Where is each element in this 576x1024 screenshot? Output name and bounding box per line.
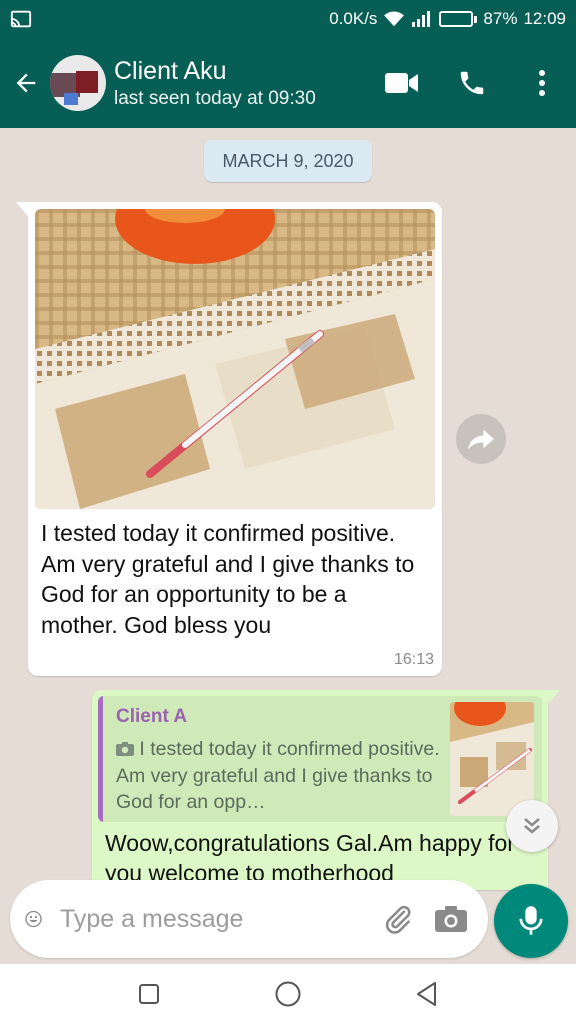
avatar[interactable]: [50, 55, 106, 111]
more-options-button[interactable]: [520, 61, 564, 105]
forward-button[interactable]: [456, 414, 506, 464]
battery-icon: [439, 11, 478, 27]
signal-icon: [412, 11, 431, 27]
home-button[interactable]: [265, 971, 311, 1017]
camera-button[interactable]: [434, 899, 468, 939]
video-call-button[interactable]: [380, 61, 424, 105]
back-arrow-icon: [16, 73, 36, 93]
battery-percent: 87%: [483, 9, 518, 28]
quoted-sender-name: Client A: [116, 706, 188, 727]
status-time: 12:09: [523, 9, 566, 28]
photo-icon: [116, 742, 134, 756]
back-nav-button[interactable]: [404, 971, 450, 1017]
quoted-text-content: I tested today it confirmed positive. Am…: [116, 738, 440, 813]
attach-button[interactable]: [382, 899, 414, 939]
camera-icon: [435, 906, 467, 932]
microphone-icon: [519, 906, 543, 935]
quoted-photo-thumbnail: [450, 702, 534, 816]
chat-header: Client Aku last seen today at 09:30: [0, 38, 576, 128]
triangle-back-icon: [416, 982, 436, 1006]
quoted-text: I tested today it confirmed positive. Am…: [116, 736, 451, 816]
contact-info[interactable]: Client Aku last seen today at 09:30: [114, 56, 380, 110]
message-input[interactable]: [60, 904, 382, 934]
phone-icon: [460, 71, 484, 95]
incoming-message-text: I tested today it confirmed positive. Am…: [41, 520, 415, 638]
double-chevron-down-icon: [524, 818, 540, 834]
forward-icon: [468, 429, 494, 450]
scroll-to-bottom-button[interactable]: [506, 800, 558, 852]
outgoing-message-text: Woow,congratulations Gal.Am happy for yo…: [105, 830, 515, 886]
message-composer: [10, 880, 488, 958]
voice-call-button[interactable]: [450, 61, 494, 105]
status-bar: 0.0K/s 87% 12:09: [0, 0, 576, 38]
incoming-message-time: 16:13: [393, 651, 434, 668]
wifi-icon: [384, 11, 405, 27]
more-vertical-icon: [539, 70, 545, 96]
contact-name: Client Aku: [114, 57, 227, 85]
incoming-message[interactable]: I tested today it confirmed positive. Am…: [16, 202, 442, 676]
square-icon: [139, 984, 160, 1004]
quoted-message[interactable]: Client A I tested today it confirmed pos…: [98, 696, 542, 822]
system-navigation-bar: [0, 964, 576, 1024]
message-photo[interactable]: [35, 209, 435, 509]
photo-image: [35, 209, 435, 509]
emoji-icon[interactable]: [25, 902, 42, 936]
back-button[interactable]: [2, 53, 50, 113]
screen-cast-icon: [10, 10, 32, 28]
outgoing-message[interactable]: Client A I tested today it confirmed pos…: [92, 690, 548, 890]
video-camera-icon: [385, 73, 418, 93]
outgoing-bubble-tail: [548, 690, 560, 704]
date-chip: MARCH 9, 2020: [204, 140, 372, 182]
voice-record-button[interactable]: [494, 884, 568, 958]
paperclip-icon: [385, 905, 411, 934]
network-speed: 0.0K/s: [329, 9, 378, 28]
quote-bar: [98, 696, 103, 822]
last-seen: last seen today at 09:30: [114, 88, 316, 109]
circle-icon: [275, 981, 301, 1007]
recents-button[interactable]: [126, 971, 172, 1017]
